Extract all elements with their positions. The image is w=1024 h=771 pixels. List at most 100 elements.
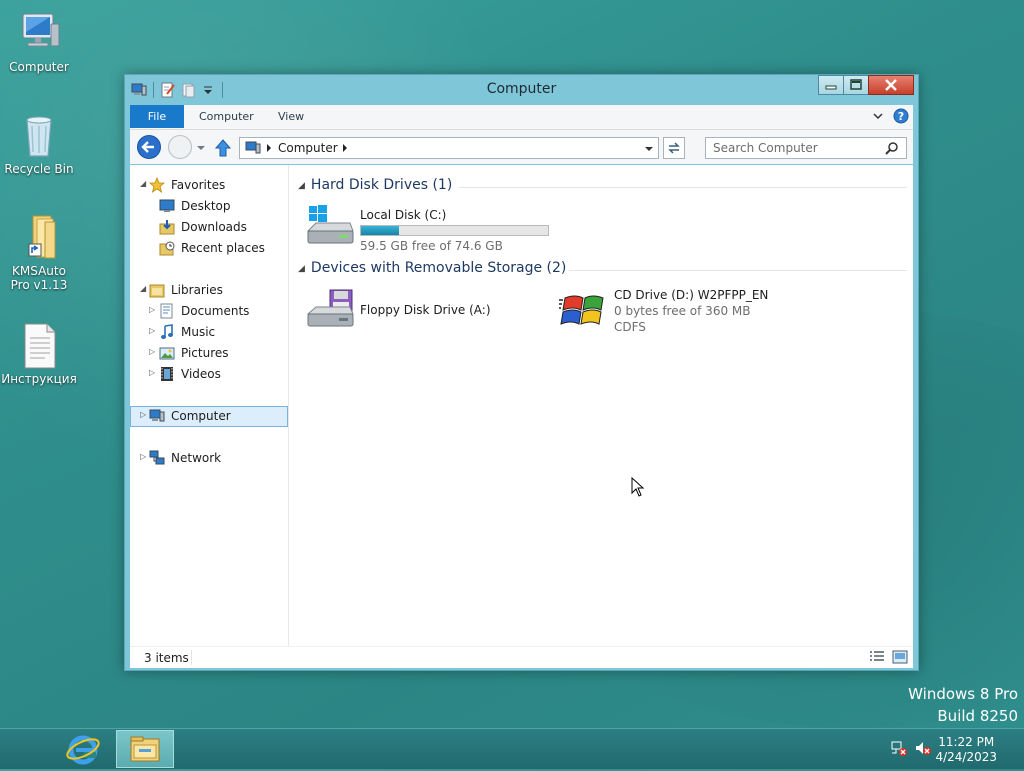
windows-cd-icon xyxy=(559,288,609,335)
expand-arrow-icon[interactable]: ▷ xyxy=(140,410,146,419)
up-arrow-icon[interactable] xyxy=(214,138,232,161)
nav-documents[interactable]: ▷ Documents xyxy=(130,301,288,322)
drive-usage-fill xyxy=(361,226,399,235)
desktop-icon-computer[interactable]: Computer xyxy=(1,10,77,74)
breadcrumb[interactable]: Computer xyxy=(278,141,338,155)
nav-label: Computer xyxy=(171,409,231,423)
back-button[interactable] xyxy=(137,135,161,159)
expand-arrow-icon[interactable]: ▷ xyxy=(140,452,146,461)
nav-label: Downloads xyxy=(181,220,247,234)
search-input[interactable] xyxy=(705,137,907,159)
search-icon[interactable] xyxy=(885,141,899,158)
nav-label: Documents xyxy=(181,304,250,318)
nav-libraries[interactable]: ◢ Libraries xyxy=(130,280,288,301)
drive-cd-d[interactable]: CD Drive (D:) W2PFPP_EN 0 bytes free of … xyxy=(559,288,809,336)
group-title: Hard Disk Drives (1) xyxy=(310,177,453,193)
desktop-icon-label: Инструкция xyxy=(1,372,77,386)
breadcrumb-chevron-icon[interactable] xyxy=(341,142,349,157)
tab-computer[interactable]: Computer xyxy=(199,105,254,128)
taskbar-internet-explorer[interactable] xyxy=(54,730,112,768)
star-icon xyxy=(148,176,166,193)
nav-videos[interactable]: ▷ Videos xyxy=(130,364,288,385)
system-clock[interactable]: 11:22 PM 4/24/2023 xyxy=(935,735,997,765)
drive-free-space: 0 bytes free of 360 MB xyxy=(614,304,751,318)
drive-name: Floppy Disk Drive (A:) xyxy=(360,303,491,317)
recent-places-icon xyxy=(159,240,175,256)
videos-icon xyxy=(159,366,175,382)
collapse-arrow-icon[interactable]: ◢ xyxy=(298,181,305,191)
group-header-removable[interactable]: ◢ Devices with Removable Storage (2) xyxy=(298,260,566,276)
desktop-icon-kmsauto[interactable]: KMSAuto Pro v1.13 xyxy=(1,214,77,292)
desktop-icon-instruction[interactable]: Инструкция xyxy=(1,322,77,386)
collapse-arrow-icon[interactable]: ◢ xyxy=(140,284,146,293)
nav-label: Music xyxy=(181,325,216,339)
internet-explorer-icon xyxy=(66,735,100,765)
forward-button[interactable] xyxy=(168,135,192,159)
navigation-pane: ◢ Favorites Desktop Downloads Recent pla… xyxy=(130,165,289,646)
group-header-hdd[interactable]: ◢ Hard Disk Drives (1) xyxy=(298,177,452,193)
nav-label: Network xyxy=(171,451,222,465)
expand-arrow-icon[interactable]: ▷ xyxy=(149,368,155,377)
network-icon xyxy=(149,450,165,466)
desktop-icon-label: Recycle Bin xyxy=(4,162,74,176)
libraries-icon xyxy=(149,282,165,298)
drive-floppy-a[interactable]: Floppy Disk Drive (A:) xyxy=(305,288,545,332)
downloads-icon xyxy=(159,219,175,235)
expand-ribbon-icon[interactable] xyxy=(871,109,885,126)
refresh-button[interactable] xyxy=(663,137,685,159)
computer-icon xyxy=(15,10,63,58)
tab-file[interactable]: File xyxy=(130,105,184,128)
expand-arrow-icon[interactable]: ▷ xyxy=(149,347,155,356)
ribbon-tabs: File Computer View ? xyxy=(130,105,913,130)
help-icon[interactable]: ? xyxy=(893,108,909,127)
volume-muted-icon[interactable] xyxy=(914,739,932,757)
window-title: Computer xyxy=(486,81,557,97)
taskbar-file-explorer[interactable] xyxy=(116,730,174,768)
network-warning-icon[interactable] xyxy=(890,739,908,757)
explorer-window: Computer File Computer View ? Computer S… xyxy=(124,74,919,671)
desktop-icon-recycle-bin[interactable]: Recycle Bin xyxy=(1,112,77,176)
nav-pictures[interactable]: ▷ Pictures xyxy=(130,343,288,364)
item-count: 3 items xyxy=(144,651,189,665)
back-arrow-icon xyxy=(141,141,154,153)
pictures-icon xyxy=(159,345,175,361)
maximize-button[interactable] xyxy=(843,75,869,95)
desktop-icon-label: KMSAuto Pro v1.13 xyxy=(10,264,68,292)
nav-music[interactable]: ▷ Music xyxy=(130,322,288,343)
details-view-icon[interactable] xyxy=(869,650,885,667)
close-button[interactable] xyxy=(868,75,914,95)
drive-name: Local Disk (C:) xyxy=(360,208,447,222)
navigation-bar: Computer xyxy=(130,130,913,164)
title-bar[interactable]: Computer xyxy=(125,75,918,105)
expand-arrow-icon[interactable]: ▷ xyxy=(149,326,155,335)
nav-computer[interactable]: ▷ Computer xyxy=(130,406,288,427)
expand-arrow-icon[interactable]: ▷ xyxy=(149,305,155,314)
address-bar[interactable]: Computer xyxy=(239,137,659,159)
address-dropdown-icon[interactable] xyxy=(644,143,654,157)
windows-build-watermark: Windows 8 Pro Build 8250 xyxy=(908,683,1018,727)
nav-desktop[interactable]: Desktop xyxy=(130,196,288,217)
minimize-button[interactable] xyxy=(818,75,844,95)
refresh-icon xyxy=(668,142,680,154)
nav-label: Desktop xyxy=(181,199,231,213)
drive-local-disk-c[interactable]: Local Disk (C:) 59.5 GB free of 74.6 GB xyxy=(305,205,555,253)
taskbar: 11:22 PM 4/24/2023 xyxy=(0,728,1024,769)
nav-label: Recent places xyxy=(181,241,265,255)
collapse-arrow-icon[interactable]: ◢ xyxy=(140,179,146,188)
content-pane: ◢ Hard Disk Drives (1) Local Disk (C:) 59… xyxy=(289,165,913,646)
breadcrumb-chevron-icon[interactable] xyxy=(265,142,273,157)
large-icons-view-icon[interactable] xyxy=(892,650,908,667)
nav-downloads[interactable]: Downloads xyxy=(130,217,288,238)
drive-free-space: 59.5 GB free of 74.6 GB xyxy=(360,239,503,253)
nav-favorites[interactable]: ◢ Favorites xyxy=(130,175,288,196)
watermark-edition: Windows 8 Pro xyxy=(908,685,1018,703)
nav-network[interactable]: ▷ Network xyxy=(130,448,288,469)
recent-locations-chevron-icon[interactable] xyxy=(196,142,206,156)
tab-view[interactable]: View xyxy=(278,105,304,128)
collapse-arrow-icon[interactable]: ◢ xyxy=(298,264,305,274)
nav-recent-places[interactable]: Recent places xyxy=(130,238,288,259)
address-computer-icon xyxy=(245,140,261,159)
group-title: Devices with Removable Storage (2) xyxy=(310,260,567,276)
clock-date: 4/24/2023 xyxy=(935,750,997,764)
text-document-icon xyxy=(15,322,63,370)
